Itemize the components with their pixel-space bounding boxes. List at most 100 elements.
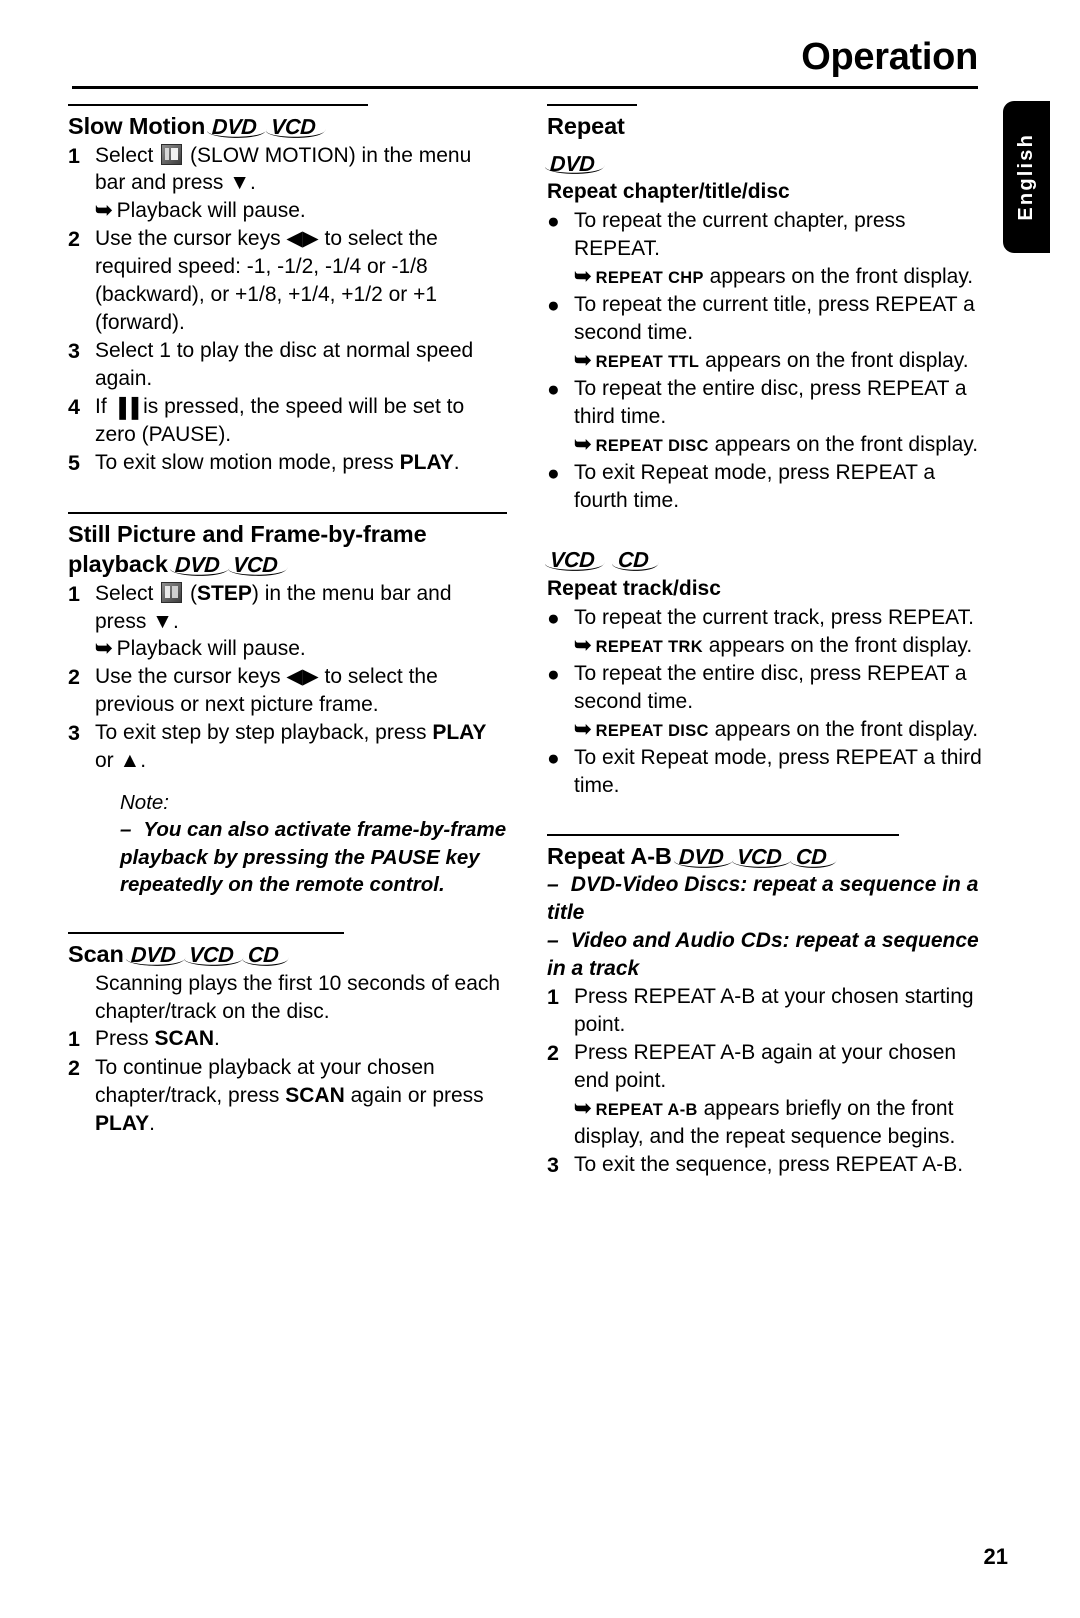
dvd-logo: DVD [673,841,734,869]
result-text: appears on the front display. [708,717,979,741]
step-number: 2 [68,665,80,690]
list-item: 2 To continue playback at your chosen ch… [68,1054,507,1138]
step-menu-icon [161,581,183,603]
step-text-a: Press [95,1027,155,1051]
bullet-result: ➥ REPEAT DISC appears on the front displa… [574,431,986,459]
step-body: Use the cursor keys ◀▶ to select the req… [95,227,438,335]
repeat-dvd-subtitle: Repeat chapter/title/disc [547,180,790,204]
repeat-ab-bullet: – Video and Audio CDs: repeat a sequence … [547,927,986,983]
step-body: Select (STEP) in the menu bar and press … [95,580,507,664]
step-body: To exit Repeat mode, press REPEAT a four… [574,460,936,512]
step-body: Press REPEAT A-B again at your chosen en… [574,1039,986,1151]
repeat-ab-bullet: – DVD-Video Discs: repeat a sequence in a… [547,871,986,927]
repeat-dvd-items: ● To repeat the current chapter, press R… [547,207,986,514]
list-item: 2 Press REPEAT A-B again at your chosen … [547,1039,986,1151]
step-text-b: is pressed, the speed will be set to zer… [95,394,465,446]
vcd-logo: VCD [732,841,792,869]
display-label: REPEAT CHP [595,269,704,288]
bullet-icon: ● [547,461,560,485]
bullet-text: Video and Audio CDs: repeat a sequence i… [547,929,979,981]
step-body: To exit slow motion mode, press PLAY. [95,449,507,477]
section-slow-motion: Slow Motion DVD VCD 1 Select (SLOW MOTION)… [68,104,507,478]
section-divider [547,833,899,836]
result-text: appears on the front display. [703,265,974,289]
step-number: 3 [68,339,80,363]
slow-motion-steps: 1 Select (SLOW MOTION) in the menu bar a… [68,142,507,478]
section-still-picture: Still Picture and Frame-by-frame playbac… [68,511,507,899]
note-item: – You can also activate frame-by-frame pl… [120,816,507,898]
scan-steps: 1 Press SCAN. 2 To continue playback at … [68,1025,507,1137]
left-column: Slow Motion DVD VCD 1 Select (SLOW MOTION)… [68,104,507,1183]
repeat-vcd-cd-items: ● To repeat the current track, press REP… [547,604,986,799]
manual-page: Operation English Slow Motion DVD VCD 1 Se… [0,0,1080,1618]
display-label: REPEAT A-B [595,1100,698,1119]
step-result: ➥ REPEAT A-B appears briefly on the front… [574,1095,986,1151]
result-text: Playback will pause. [116,637,306,661]
bullet-text: To repeat the current track, press REPEA… [574,606,974,630]
step-body: To repeat the current track, press REPEA… [574,604,986,660]
section-heading-text: Repeat A-B [547,842,672,869]
vcd-logo: VCD [265,111,326,139]
bullet-icon: ● [547,377,560,401]
arrow-icon: ➥ [95,637,113,661]
step-text-b: again or press [344,1083,484,1107]
step-body: To exit the sequence, press REPEAT A-B. [574,1152,964,1176]
list-item: 1 Press SCAN. [68,1025,507,1054]
note-dash: – [120,818,132,842]
bullet-result: ➥ REPEAT DISC appears on the front displa… [574,716,986,744]
bullet-icon: ● [547,663,560,687]
bullet-icon: ● [547,607,560,631]
section-repeat-ab: Repeat A-B DVD VCD CD – DVD-Video Discs: rep… [547,833,986,1179]
arrow-icon: ➥ [574,1096,592,1120]
slow-motion-menu-icon [161,143,183,165]
display-label: REPEAT TRK [595,638,703,657]
display-label: REPEAT TTL [595,352,700,371]
page-number: 21 [983,1544,1008,1569]
arrow-icon: ➥ [574,432,592,456]
bullet-text: To repeat the entire disc, press REPEAT … [574,376,967,428]
still-picture-steps: 1 Select (STEP) in the menu bar and pres… [68,580,507,775]
section-heading-text: Scan [68,941,124,968]
list-item: 3 To exit step by step playback, press P… [68,719,507,775]
list-item: ● To exit Repeat mode, press REPEAT a fo… [547,459,986,515]
step-body: Press SCAN. [95,1025,507,1053]
arrow-icon: ➥ [574,717,592,741]
vcd-logo: VCD [184,939,244,967]
dvd-logo: DVD [207,111,267,139]
section-repeat: Repeat DVD Repeat chapter/title/disc ● T… [544,104,986,800]
arrow-icon: ➥ [574,265,592,289]
list-item: 4 If ▐▐ is pressed, the speed will be se… [68,393,507,449]
right-column: Repeat DVD Repeat chapter/title/disc ● T… [544,104,986,1183]
key-label: PLAY [432,721,487,745]
step-number: 1 [68,1027,80,1052]
repeat-ab-steps: 1 Press REPEAT A-B at your chosen starti… [547,983,986,1179]
step-number: 2 [68,227,80,252]
list-item: 1 Select (STEP) in the menu bar and pres… [68,580,507,664]
section-heading-slow-motion: Slow Motion DVD VCD [68,111,507,142]
key-label: STEP [197,581,252,605]
step-number: 4 [68,394,80,419]
list-item: 5 To exit slow motion mode, press PLAY. [68,449,507,478]
dash-marker: – [547,873,559,897]
section-divider [68,104,368,106]
key-label: SCAN [285,1083,345,1107]
section-heading-still-picture: Still Picture and Frame-by-frame playbac… [68,519,507,580]
page-title: Operation [801,36,978,78]
step-number: 2 [68,1056,80,1081]
result-text: Playback will pause. [116,199,306,223]
step-body: Press REPEAT A-B at your chosen starting… [574,984,974,1036]
section-divider [547,104,637,106]
step-number: 3 [68,721,80,746]
step-text: Press REPEAT A-B again at your chosen en… [574,1040,957,1092]
result-text: appears on the front display. [708,432,979,456]
step-body: To repeat the entire disc, press REPEAT … [574,660,986,744]
step-body: To exit step by step playback, press PLA… [95,719,507,775]
step-text-b: . [453,450,460,474]
dash-marker: – [547,929,559,953]
step-text-after-icon-a: ( [184,581,198,605]
step-text-before-icon: Select [95,581,160,605]
